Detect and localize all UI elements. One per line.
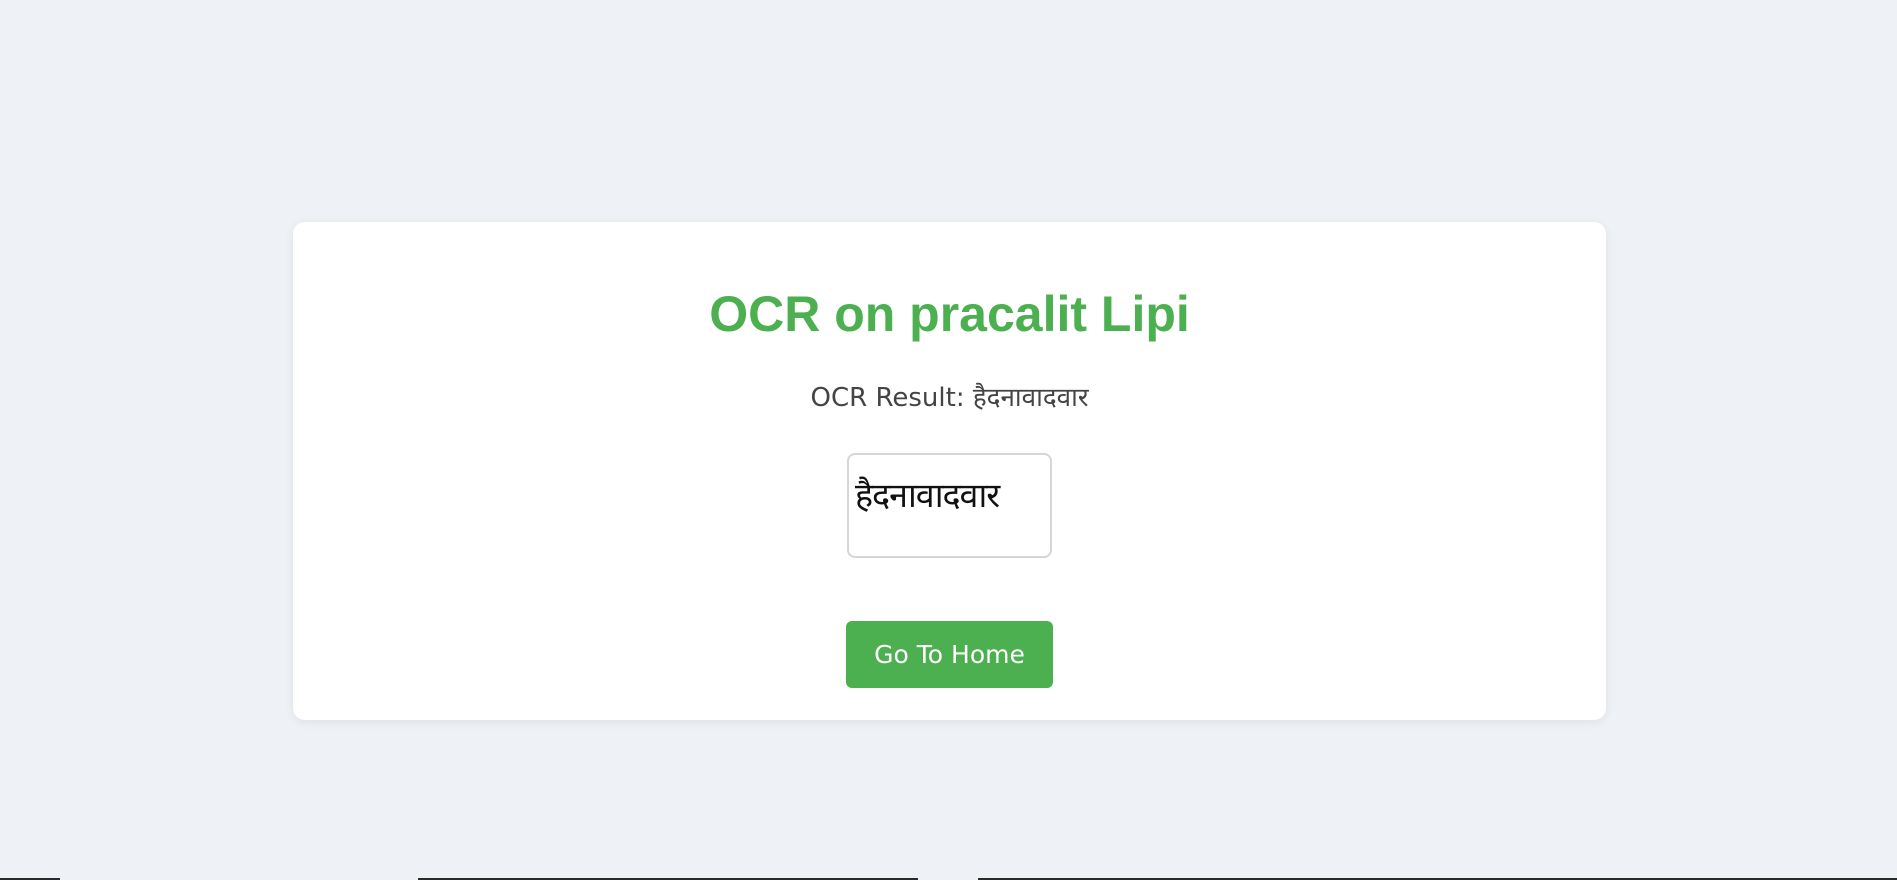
go-to-home-button[interactable]: Go To Home	[846, 621, 1053, 688]
ocr-input-image: हैदनावादवार	[847, 453, 1052, 558]
ocr-image-handwriting: हैदनावादवार	[855, 476, 1000, 516]
result-card: OCR on pracalit Lipi OCR Result: हैदनावा…	[293, 222, 1606, 720]
ocr-result-text: OCR Result: हैदनावादवार	[810, 383, 1089, 413]
page-title: OCR on pracalit Lipi	[709, 286, 1190, 342]
